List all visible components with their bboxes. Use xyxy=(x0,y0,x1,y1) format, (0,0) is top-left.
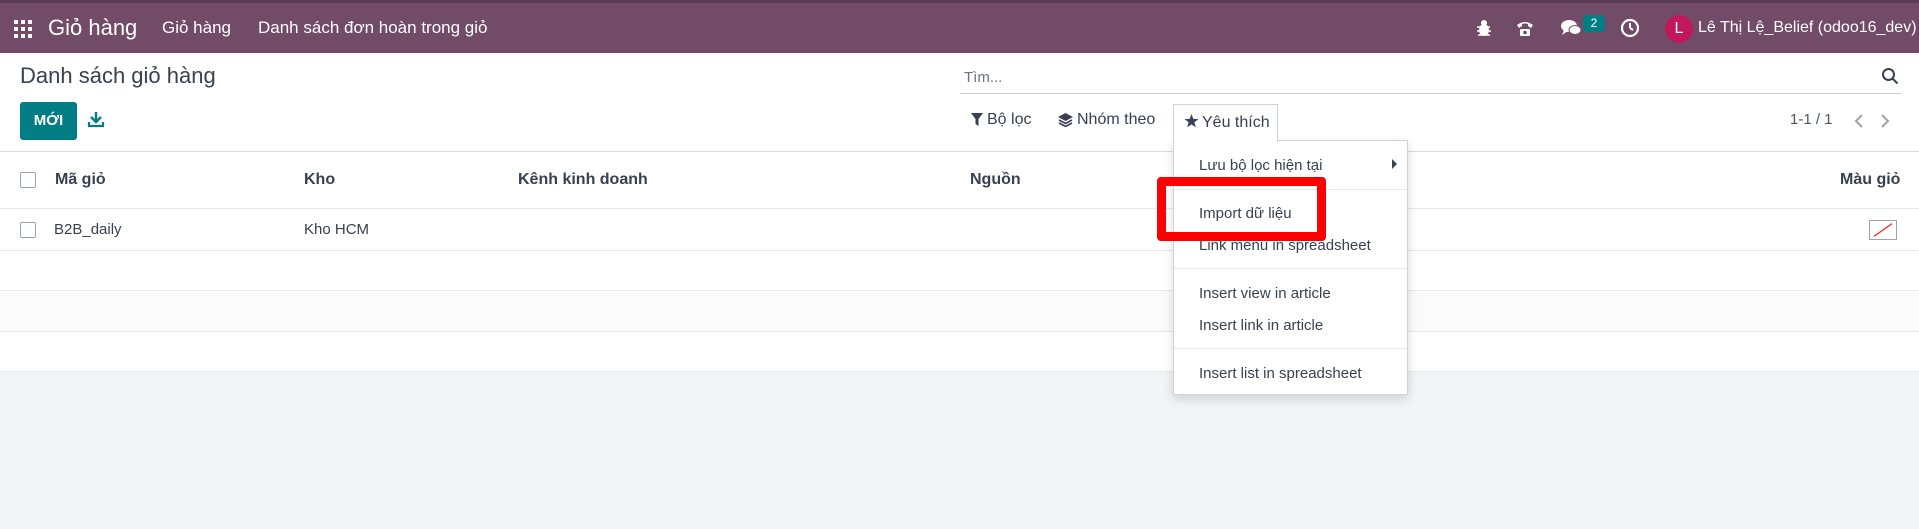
column-header-code[interactable]: Mã giỏ xyxy=(55,152,106,208)
column-header-channel[interactable]: Kênh kinh doanh xyxy=(518,152,648,208)
app-brand[interactable]: Giỏ hàng xyxy=(48,3,137,53)
phone-icon[interactable] xyxy=(1514,17,1536,39)
annotation-highlight-box xyxy=(1157,177,1326,241)
user-menu[interactable]: Lê Thị Lệ_Belief (odoo16_dev) xyxy=(1698,3,1917,53)
column-header-color[interactable]: Màu giỏ xyxy=(1840,152,1900,208)
clock-icon[interactable] xyxy=(1619,17,1641,39)
pager-next-icon[interactable] xyxy=(1877,113,1893,129)
pager-prev-icon[interactable] xyxy=(1851,113,1867,129)
control-panel: Danh sách giỏ hàng MỚI Bộ lọc Nhóm theo … xyxy=(0,53,1919,152)
avatar[interactable]: L xyxy=(1665,15,1693,43)
favorites-button[interactable]: Yêu thích xyxy=(1173,104,1278,142)
search-icon[interactable] xyxy=(1881,67,1899,85)
favorites-label: Yêu thích xyxy=(1202,114,1270,131)
caret-right-icon xyxy=(1392,159,1397,169)
list-view: Mã giỏ Kho Kênh kinh doanh Nguồn Màu giỏ… xyxy=(0,152,1919,372)
table-header: Mã giỏ Kho Kênh kinh doanh Nguồn Màu giỏ xyxy=(0,152,1919,209)
top-navbar: Giỏ hàng Giỏ hàng Danh sách đơn hoàn tro… xyxy=(0,0,1919,53)
filter-icon xyxy=(971,113,983,127)
color-swatch-empty-icon[interactable] xyxy=(1869,220,1897,240)
divider xyxy=(1174,268,1407,269)
cell-warehouse: Kho HCM xyxy=(304,221,370,238)
empty-row xyxy=(0,332,1919,372)
divider xyxy=(1174,348,1407,349)
layers-icon xyxy=(1058,112,1073,127)
search-input[interactable] xyxy=(962,61,1846,93)
insert-link-article-item[interactable]: Insert link in article xyxy=(1199,317,1323,334)
table-row[interactable]: B2B_daily Kho HCM xyxy=(0,209,1919,251)
group-by-button[interactable]: Nhóm theo xyxy=(1058,103,1155,137)
filter-button[interactable]: Bộ lọc xyxy=(971,103,1031,137)
column-header-source[interactable]: Nguồn xyxy=(970,152,1021,208)
group-by-label: Nhóm theo xyxy=(1077,111,1156,128)
cell-code: B2B_daily xyxy=(54,221,122,238)
chat-badge: 2 xyxy=(1583,15,1605,32)
page-title: Danh sách giỏ hàng xyxy=(20,63,216,88)
empty-row xyxy=(0,251,1919,291)
apps-menu-icon[interactable] xyxy=(14,20,32,38)
star-icon xyxy=(1184,114,1199,128)
select-all-checkbox[interactable] xyxy=(20,172,36,188)
new-button[interactable]: MỚI xyxy=(20,102,77,140)
insert-view-article-item[interactable]: Insert view in article xyxy=(1199,285,1331,302)
menu-gio-hang[interactable]: Giỏ hàng xyxy=(162,3,231,53)
column-header-warehouse[interactable]: Kho xyxy=(304,152,335,208)
pager-value[interactable]: 1-1 / 1 xyxy=(1790,111,1833,128)
bug-icon[interactable] xyxy=(1473,17,1495,39)
save-current-filter-item[interactable]: Lưu bộ lọc hiện tại xyxy=(1199,157,1322,174)
row-checkbox[interactable] xyxy=(20,222,36,238)
menu-danh-sach-don-hoan[interactable]: Danh sách đơn hoàn trong giỏ xyxy=(258,3,487,53)
search-bar xyxy=(960,61,1901,94)
empty-row xyxy=(0,291,1919,332)
insert-list-spreadsheet-item[interactable]: Insert list in spreadsheet xyxy=(1199,365,1362,382)
filter-label: Bộ lọc xyxy=(987,111,1032,128)
download-icon[interactable] xyxy=(87,110,105,128)
chat-icon[interactable] xyxy=(1560,17,1582,39)
